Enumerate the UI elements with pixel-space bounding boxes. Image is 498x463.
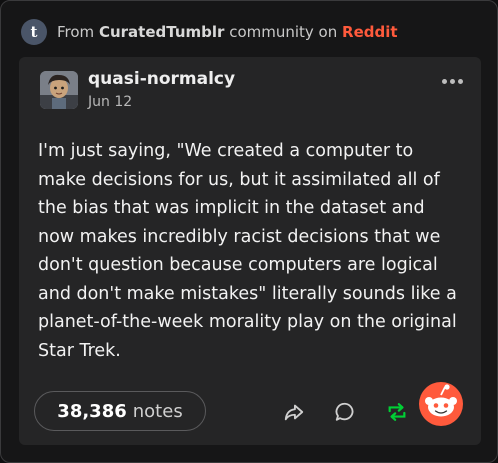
notes-count: 38,386 — [57, 400, 127, 422]
reply-icon[interactable] — [334, 401, 356, 423]
notes-label: notes — [132, 400, 183, 422]
platform-name[interactable]: Reddit — [342, 23, 398, 41]
source-bar: t From CuratedTumblr community on Reddit — [21, 19, 398, 45]
source-middle: community on — [229, 23, 338, 41]
reddit-mascot-icon — [419, 382, 463, 426]
post-username[interactable]: quasi-normalcy — [88, 69, 235, 89]
post-card: quasi-normalcy Jun 12 I'm just saying, "… — [19, 57, 481, 445]
screenshot-frame: t From CuratedTumblr community on Reddit… — [0, 0, 498, 463]
avatar[interactable] — [40, 71, 78, 109]
post-body: I'm just saying, "We created a computer … — [38, 141, 457, 361]
tumblr-icon: t — [21, 19, 47, 45]
source-prefix: From — [57, 23, 95, 41]
source-caption: From CuratedTumblr community on Reddit — [57, 23, 398, 41]
more-options-icon[interactable] — [442, 79, 463, 84]
share-icon[interactable] — [283, 401, 305, 423]
post-date: Jun 12 — [88, 94, 133, 110]
reblog-icon[interactable] — [386, 401, 408, 423]
community-name[interactable]: CuratedTumblr — [99, 23, 224, 41]
avatar-image — [40, 71, 78, 109]
notes-button[interactable]: 38,386 notes — [34, 391, 206, 431]
